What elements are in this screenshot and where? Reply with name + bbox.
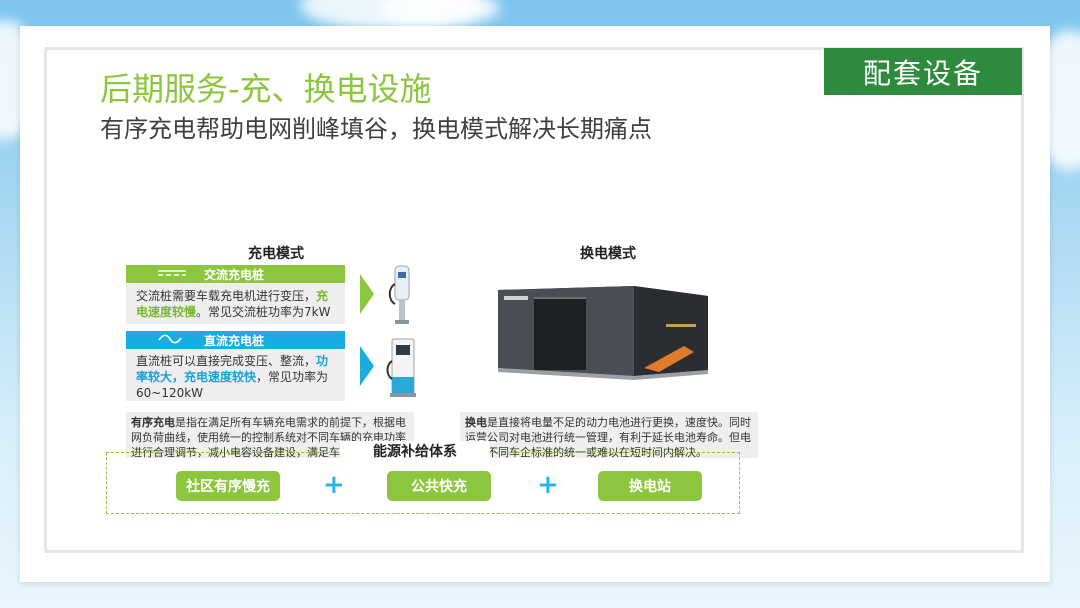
battery-swap-station-image [498, 286, 708, 380]
ac-waveform-icon [158, 268, 186, 281]
section-tag: 配套设备 [824, 48, 1022, 95]
dc-highlight: 功 [316, 354, 329, 368]
swap-station-pill: 换电站 [598, 471, 702, 501]
dc-highlight: 率较大，充电速度较快 [136, 370, 257, 384]
public-fast-charging-pill: 公共快充 [387, 471, 491, 501]
dc-charger-bar: 直流充电桩 [126, 331, 345, 349]
ac-highlight: 充 [316, 289, 329, 303]
page-title: 后期服务-充、换电设施 [100, 70, 432, 108]
arrow-right-icon [360, 346, 374, 386]
note-bold: 换电 [465, 416, 487, 429]
arrow-right-icon [360, 274, 374, 314]
plus-icon: + [323, 470, 345, 500]
ac-highlight: 电速度较慢 [136, 305, 197, 319]
dc-wave-icon [158, 334, 186, 347]
ac-charger-description: 交流桩需要车载充电机进行变压，充电速度较慢。常见交流桩功率为7kW [126, 284, 345, 324]
dc-charger-label: 直流充电桩 [204, 333, 265, 348]
dc-text: 直流桩可以直接完成变压、整流， [136, 354, 317, 368]
ac-charger-bar: 交流充电桩 [126, 265, 345, 283]
community-slow-charging-pill: 社区有序慢充 [176, 471, 280, 501]
note-bold: 有序充电 [131, 416, 175, 429]
swap-mode-header: 换电模式 [580, 246, 636, 262]
ac-charger-image [388, 265, 410, 324]
dc-charger-image [386, 338, 416, 397]
charging-mode-header: 充电模式 [248, 246, 304, 262]
energy-system-title: 能源补给体系 [340, 441, 490, 461]
plus-icon: + [537, 470, 559, 500]
dc-charger-description: 直流桩可以直接完成变压、整流，功率较大，充电速度较快，常见功率为60~120kW [126, 349, 345, 401]
ac-text: 交流桩需要车载充电机进行变压， [136, 289, 317, 303]
ac-text: 。常见交流桩功率为7kW [196, 305, 331, 319]
page-subtitle: 有序充电帮助电网削峰填谷，换电模式解决长期痛点 [100, 115, 652, 143]
ac-charger-label: 交流充电桩 [204, 267, 265, 282]
